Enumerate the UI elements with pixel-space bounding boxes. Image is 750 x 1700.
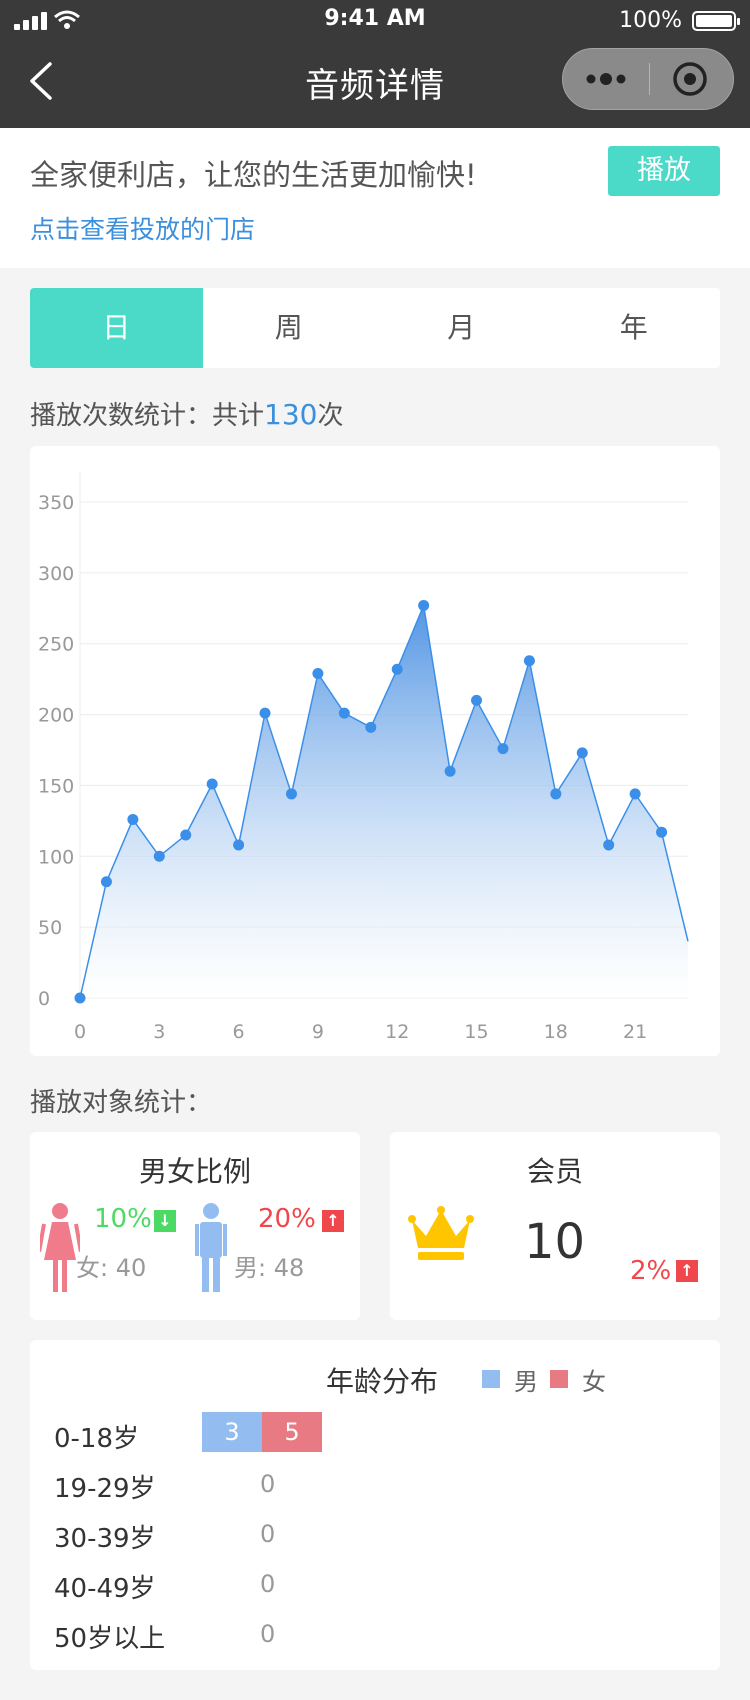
age-row-label: 19-29岁 <box>54 1474 156 1504</box>
data-point <box>418 599 430 611</box>
age-distribution-card: 年龄分布 男 女 0-18岁 3 5 19-29岁 0 30-39岁 0 40-… <box>30 1340 720 1670</box>
age-row-value: 0 <box>260 1470 276 1498</box>
status-nav-bar: 9:41 AM 100% 音频详情 <box>0 0 750 128</box>
x-tick-label: 0 <box>74 1021 86 1043</box>
play-stats-unit: 次 <box>317 401 344 431</box>
y-tick-label: 300 <box>38 563 74 585</box>
female-icon <box>40 1203 80 1292</box>
tab-year[interactable]: 年 <box>548 288 721 368</box>
y-tick-label: 150 <box>38 775 74 797</box>
data-point <box>285 788 297 800</box>
legend-female-label: 女 <box>582 1368 606 1396</box>
data-point <box>391 663 403 675</box>
data-point <box>603 839 615 851</box>
audio-header: 全家便利店，让您的生活更加愉快! 点击查看投放的门店 播放 <box>0 128 750 268</box>
age-row-label: 30-39岁 <box>54 1524 156 1554</box>
age-row-value: 0 <box>260 1570 276 1598</box>
play-button[interactable]: 播放 <box>608 146 720 196</box>
y-tick-label: 200 <box>38 705 74 727</box>
age-row-label: 0-18岁 <box>54 1424 140 1454</box>
chart-svg: 0 50 100 150 200 250 300 350 0 3 6 9 12 15 18 21 <box>38 472 689 1043</box>
period-tabs: 日 周 月 年 <box>30 288 720 368</box>
member-percent: 2% <box>630 1256 672 1286</box>
tab-week[interactable]: 周 <box>203 288 376 368</box>
x-tick-label: 9 <box>312 1021 324 1043</box>
arrow-up-icon: ↑ <box>676 1260 698 1282</box>
battery-icon <box>692 11 740 31</box>
audio-title: 全家便利店，让您的生活更加愉快! <box>30 158 477 192</box>
data-point <box>180 829 192 841</box>
male-percent: 20% <box>258 1204 316 1234</box>
data-point <box>74 992 86 1004</box>
gender-ratio-card: 男女比例 10% ↓ 女: 40 20% ↑ 男: 48 <box>30 1132 360 1320</box>
close-capsule-icon[interactable] <box>650 49 734 109</box>
data-point <box>523 655 535 667</box>
x-tick-label: 12 <box>385 1021 409 1043</box>
member-title: 会员 <box>526 1155 583 1188</box>
legend-male-swatch <box>482 1370 500 1388</box>
play-stats-text: 播放次数统计：共计 <box>30 401 265 431</box>
data-point <box>656 826 668 838</box>
data-point <box>444 765 456 777</box>
y-tick-label: 250 <box>38 634 74 656</box>
y-tick-label: 0 <box>38 988 50 1010</box>
age-row-value: 0 <box>260 1620 276 1648</box>
y-tick-label: 50 <box>38 917 62 939</box>
play-count-chart: 0 50 100 150 200 250 300 350 0 3 6 9 12 15 18 21 <box>30 446 720 1056</box>
data-point <box>127 813 139 825</box>
age-bar-male: 3 <box>202 1412 262 1452</box>
age-distribution-title: 年龄分布 <box>326 1365 439 1398</box>
member-count: 10 <box>524 1214 586 1270</box>
mini-program-capsule <box>562 48 734 110</box>
play-stats-total: 130 <box>264 398 318 431</box>
data-point <box>497 743 509 755</box>
tab-month[interactable]: 月 <box>375 288 548 368</box>
data-point <box>629 788 641 800</box>
male-icon <box>195 1203 227 1292</box>
female-percent: 10% <box>94 1204 152 1234</box>
x-tick-label: 15 <box>464 1021 488 1043</box>
x-tick-label: 18 <box>544 1021 568 1043</box>
legend-female-swatch <box>550 1370 568 1388</box>
y-tick-label: 100 <box>38 846 74 868</box>
data-point <box>153 850 165 862</box>
age-bar-female: 5 <box>262 1412 322 1452</box>
data-point <box>471 694 483 706</box>
crown-icon <box>408 1206 474 1260</box>
data-point <box>576 747 588 759</box>
data-point <box>259 707 271 719</box>
tab-day[interactable]: 日 <box>30 288 203 368</box>
view-stores-link[interactable]: 点击查看投放的门店 <box>30 210 255 246</box>
gender-ratio-title: 男女比例 <box>138 1155 251 1188</box>
play-stats-label: 播放次数统计：共计130次 <box>30 395 343 432</box>
data-point <box>206 778 218 790</box>
age-row-label: 50岁以上 <box>54 1624 166 1654</box>
data-point <box>100 876 112 888</box>
female-count: 女: 40 <box>76 1254 147 1282</box>
legend-male-label: 男 <box>514 1368 538 1396</box>
battery-percent: 100% <box>619 8 682 33</box>
age-row-value: 0 <box>260 1520 276 1548</box>
data-point <box>338 707 350 719</box>
arrow-down-icon: ↓ <box>154 1210 176 1232</box>
member-card: 会员 10 2% ↑ <box>390 1132 720 1320</box>
x-tick-label: 3 <box>153 1021 165 1043</box>
more-icon[interactable] <box>563 49 649 109</box>
data-point <box>312 667 324 679</box>
y-tick-label: 350 <box>38 492 74 514</box>
arrow-up-icon: ↑ <box>322 1210 344 1232</box>
male-count: 男: 48 <box>234 1254 305 1282</box>
age-row-label: 40-49岁 <box>54 1574 156 1604</box>
x-tick-label: 21 <box>623 1021 647 1043</box>
data-point <box>233 839 245 851</box>
audience-label: 播放对象统计： <box>30 1088 213 1118</box>
data-point <box>365 721 377 733</box>
x-tick-label: 6 <box>233 1021 245 1043</box>
data-point <box>550 788 562 800</box>
